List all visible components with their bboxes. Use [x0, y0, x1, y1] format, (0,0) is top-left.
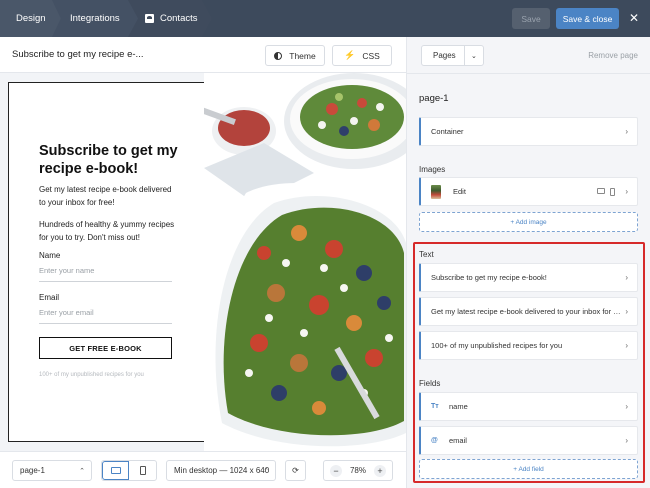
salad-photo	[204, 73, 406, 451]
text-item[interactable]: 100+ of my unpublished recipes for you ›	[419, 331, 638, 360]
field-item-label: name	[449, 402, 468, 411]
desktop-view-button[interactable]	[102, 461, 130, 480]
email-field-label: Email	[39, 293, 60, 302]
monitor-icon[interactable]	[597, 187, 605, 194]
text-item-label: Subscribe to get my recipe e-book!	[431, 273, 547, 282]
rotate-icon: ⟳	[292, 466, 299, 475]
breadcrumb-design-label: Design	[16, 13, 46, 24]
field-item-label: email	[449, 436, 467, 445]
device-toggle	[101, 460, 157, 481]
bolt-icon: ⚡	[344, 50, 356, 60]
get-ebook-button[interactable]: GET FREE E-BOOK	[39, 337, 172, 359]
image-edit-label: Edit	[453, 187, 466, 196]
theme-button-label: Theme	[289, 50, 316, 61]
viewport-select-value: Min desktop — 1024 x 640	[174, 466, 270, 475]
css-button[interactable]: ⚡ CSS	[332, 45, 392, 66]
name-field-label: Name	[39, 251, 61, 260]
text-item[interactable]: Get my latest recipe e-book delivered to…	[419, 297, 638, 326]
page-name: page-1	[419, 93, 449, 104]
name-input[interactable]: Enter your name	[39, 266, 172, 282]
monitor-icon	[110, 467, 121, 474]
breadcrumb-design[interactable]: Design	[0, 0, 62, 37]
canvas-toolbar: page-1 ⌃ Min desktop — 1024 x 640 ⌃ ⟳ − 78…	[0, 451, 406, 488]
page-select-value: page-1	[20, 466, 45, 475]
fineprint-text: 100+ of my unpublished recipes for you	[39, 372, 144, 378]
device-visibility	[597, 187, 615, 196]
email-input[interactable]: Enter your email	[39, 308, 172, 324]
breadcrumb-integrations[interactable]: Integrations	[52, 0, 140, 37]
chevron-right-icon: ›	[625, 436, 628, 445]
chevron-right-icon: ›	[625, 402, 628, 411]
chevron-right-icon: ›	[625, 127, 628, 136]
add-image-button[interactable]: + Add image	[419, 212, 638, 232]
viewport-select[interactable]: Min desktop — 1024 x 640 ⌃	[166, 460, 276, 481]
at-sign-icon: @	[431, 437, 438, 444]
phone-icon	[139, 466, 146, 475]
document-title: Subscribe to get my recipe e-...	[12, 49, 144, 60]
image-item[interactable]: Edit ›	[419, 177, 638, 206]
form-subtext: Hundreds of healthy & yummy recipes for …	[39, 220, 175, 242]
container-item[interactable]: Container ›	[419, 117, 638, 146]
theme-button[interactable]: Theme	[265, 45, 325, 66]
rotate-button[interactable]: ⟳	[285, 460, 306, 481]
chevron-up-icon: ⌃	[79, 467, 85, 475]
image-thumbnail	[431, 184, 441, 199]
container-label: Container	[431, 127, 464, 136]
text-section-label: Text	[419, 250, 434, 259]
page-select[interactable]: page-1 ⌃	[12, 460, 92, 481]
chevron-right-icon: ›	[625, 341, 628, 350]
chevron-down-icon[interactable]: ⌄	[463, 46, 483, 65]
text-item[interactable]: Subscribe to get my recipe e-book! ›	[419, 263, 638, 292]
pages-label: Pages	[433, 51, 456, 60]
breadcrumb-contacts-label: Contacts	[160, 13, 198, 24]
form-description: Get my latest recipe e-book delivered to…	[39, 185, 172, 207]
editor-header: Subscribe to get my recipe e-... Theme ⚡…	[0, 37, 406, 73]
breadcrumb-contacts[interactable]: Contacts	[128, 0, 212, 37]
chevron-right-icon: ›	[625, 307, 628, 316]
contact-card-icon	[145, 14, 154, 23]
top-bar: Design Integrations Contacts Save Save &…	[0, 0, 650, 37]
chevron-up-icon: ⌃	[263, 467, 269, 475]
text-item-label: 100+ of my unpublished recipes for you	[431, 341, 563, 350]
fields-section-label: Fields	[419, 379, 441, 388]
zoom-control: − 78% +	[323, 460, 393, 481]
chevron-right-icon: ›	[625, 273, 628, 282]
zoom-out-button[interactable]: −	[330, 464, 342, 477]
pages-dropdown[interactable]: Pages ⌄	[421, 45, 484, 66]
remove-page-link[interactable]: Remove page	[588, 51, 638, 60]
field-item-name[interactable]: Tт name ›	[419, 392, 638, 421]
mobile-view-button[interactable]	[129, 461, 156, 480]
images-section-label: Images	[419, 165, 446, 174]
text-field-icon: Tт	[431, 403, 439, 410]
add-field-button[interactable]: + Add field	[419, 459, 638, 479]
chevron-right-icon: ›	[625, 187, 628, 196]
close-icon[interactable]: ✕	[627, 11, 641, 25]
zoom-level: 78%	[349, 466, 366, 475]
zoom-in-button[interactable]: +	[373, 464, 386, 477]
phone-icon[interactable]	[610, 187, 615, 196]
save-button[interactable]: Save	[512, 8, 550, 29]
contrast-icon	[274, 51, 283, 60]
text-item-label: Get my latest recipe e-book delivered to…	[431, 307, 621, 316]
breadcrumb-integrations-label: Integrations	[70, 13, 120, 24]
divider	[407, 73, 650, 74]
field-item-email[interactable]: @ email ›	[419, 426, 638, 455]
css-button-label: CSS	[362, 50, 380, 61]
form-title: Subscribe to get my recipe e-book!	[39, 143, 178, 177]
properties-panel: Pages ⌄ Remove page page-1 Container › I…	[406, 37, 650, 488]
save-and-close-button[interactable]: Save & close	[556, 8, 619, 29]
